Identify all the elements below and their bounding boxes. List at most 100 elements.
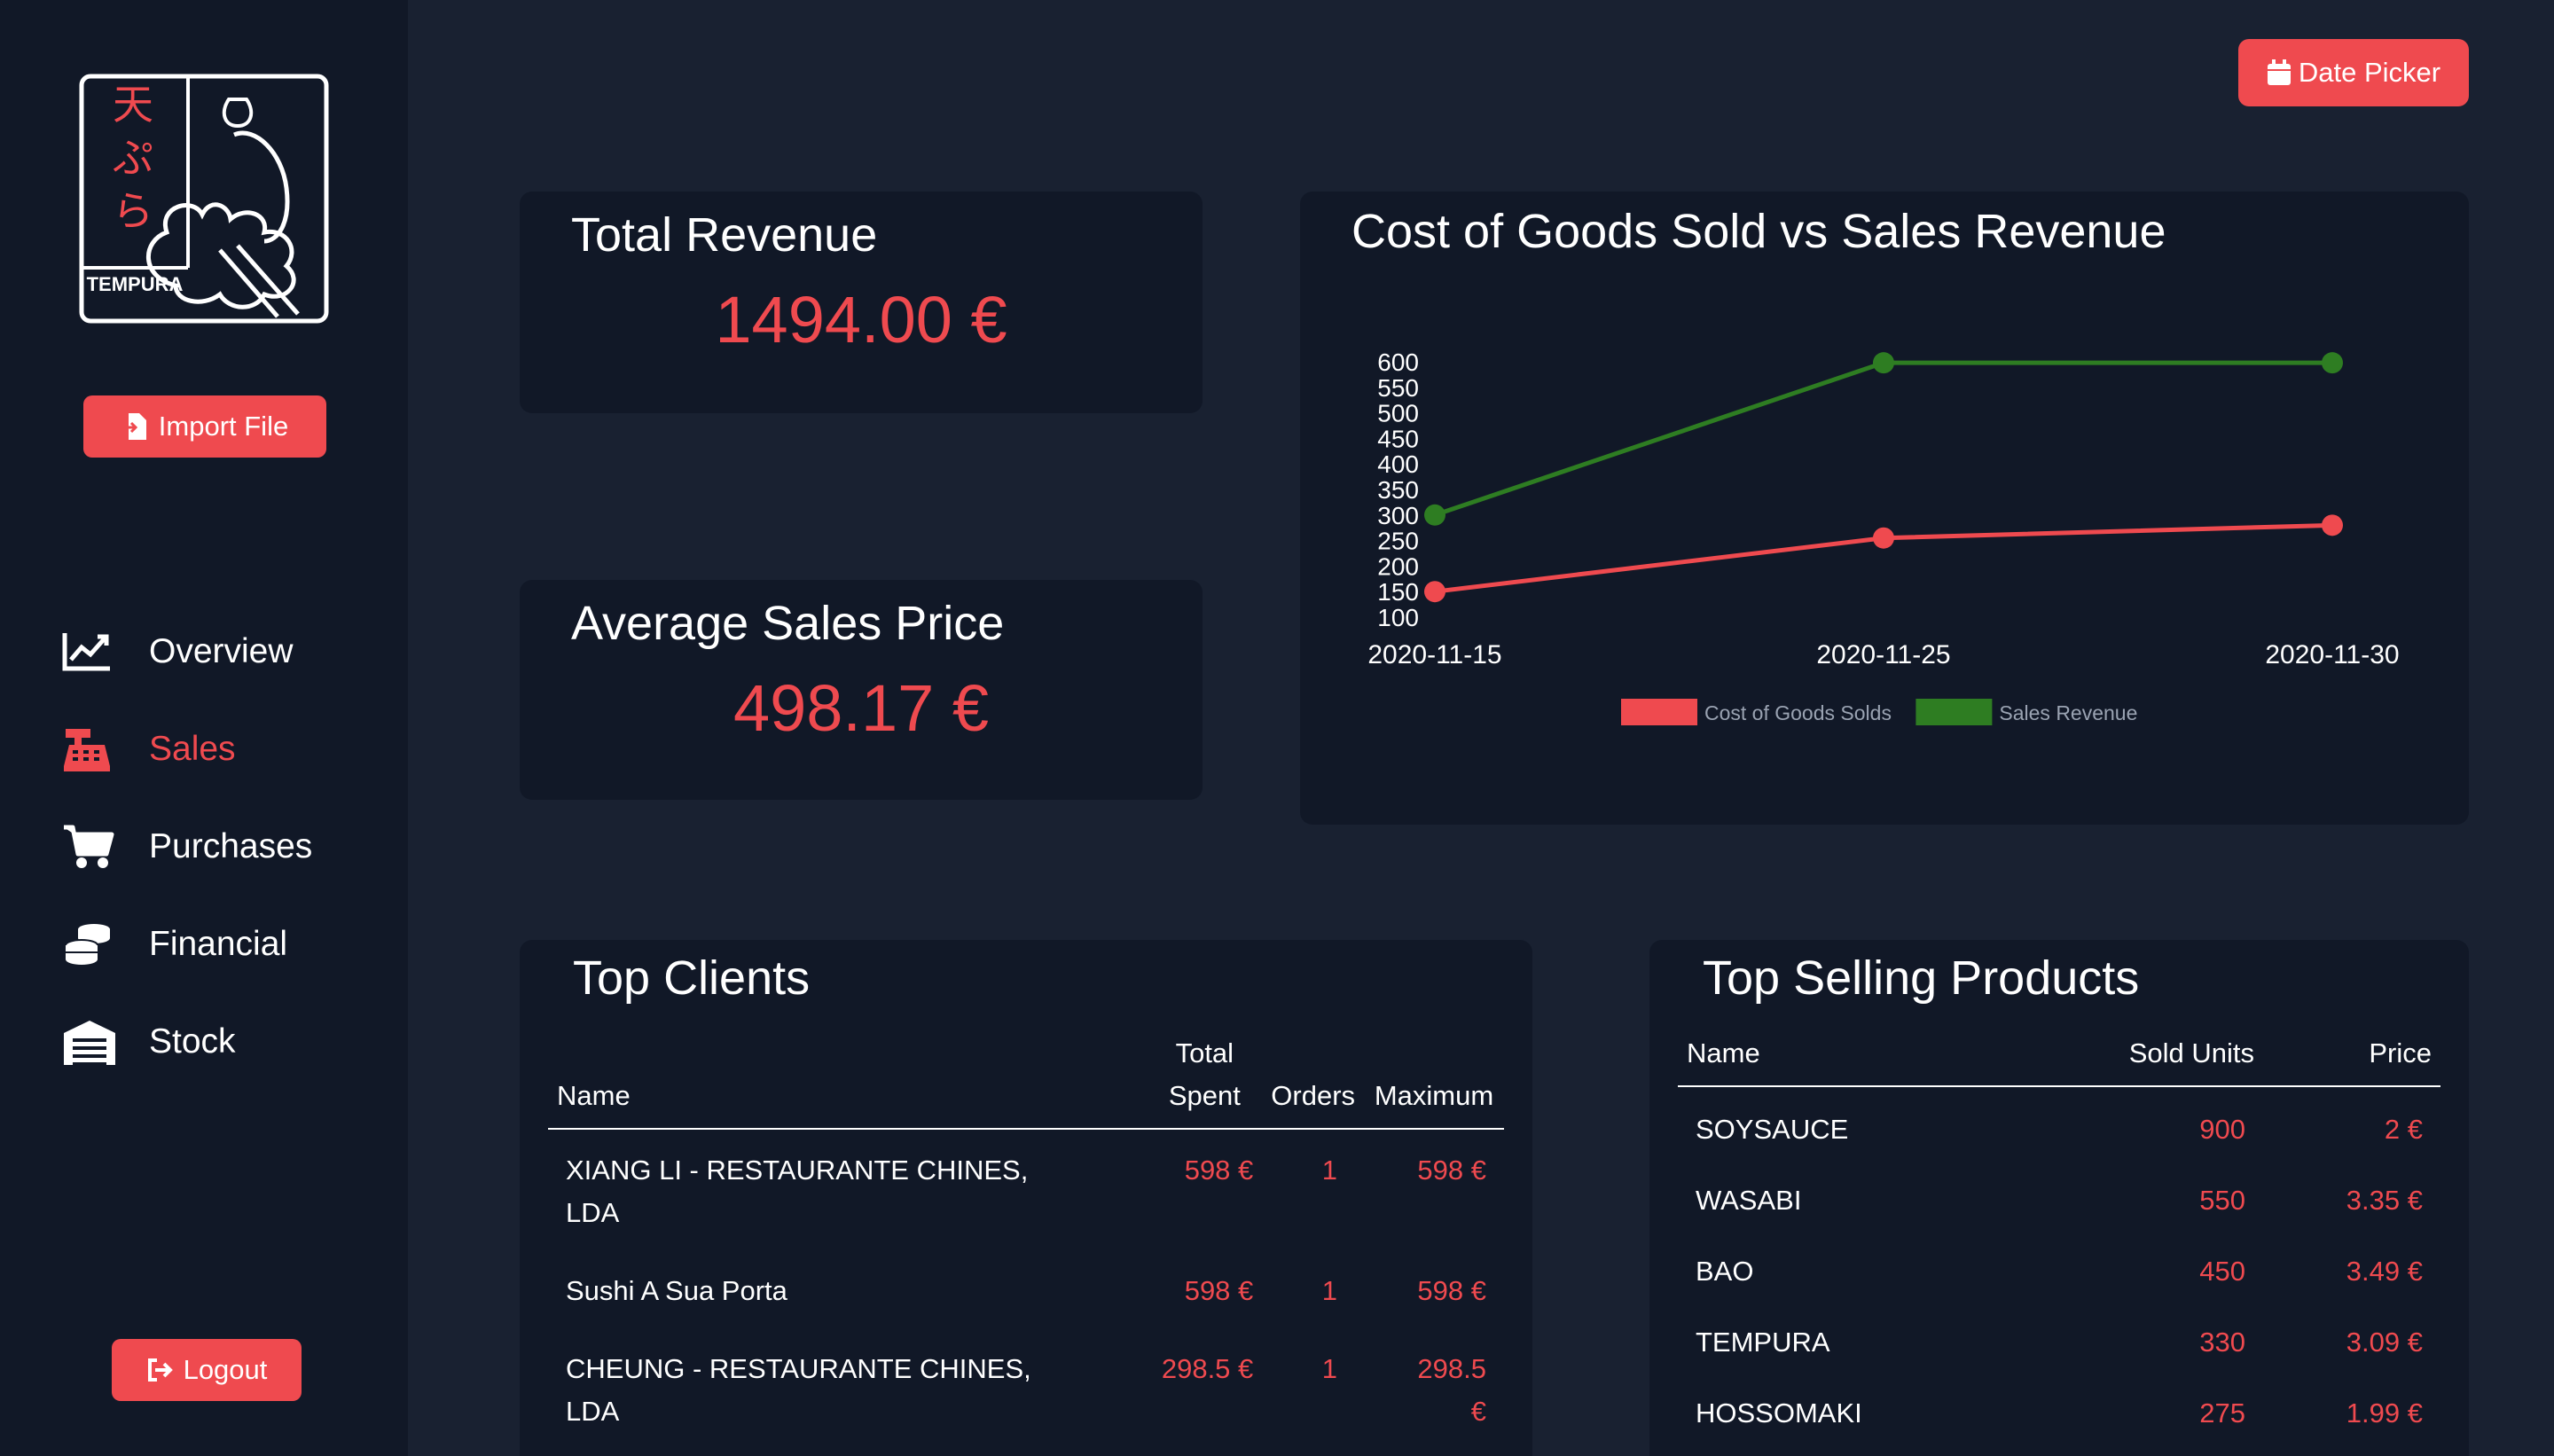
col-orders: Orders [1262, 1032, 1365, 1130]
col-total-line1: Total [1175, 1037, 1234, 1069]
y-tick-label: 200 [1377, 552, 1419, 580]
sidebar: 天 ぷ ら TEMPURA Import File Overview Sales… [0, 0, 408, 1456]
avg-sales-price-card: Average Sales Price 498.17 € [520, 580, 1203, 800]
col-sold-units: Sold Units [2050, 1032, 2263, 1087]
data-point [2322, 514, 2343, 536]
svg-text:ら: ら [113, 187, 153, 235]
table-row[interactable]: HOSSOMAKI 275 1.99 € [1678, 1378, 2440, 1449]
logout-button[interactable]: Logout [112, 1339, 302, 1401]
data-point [2322, 352, 2343, 374]
y-tick-label: 500 [1377, 400, 1419, 427]
top-clients-table: Name Total Spent Orders Maximum XIANG LI… [548, 1032, 1504, 1433]
sidebar-item-label: Sales [149, 730, 236, 768]
total-revenue-title: Total Revenue [571, 208, 878, 262]
sidebar-item-label: Overview [149, 632, 294, 670]
product-sold: 330 [2199, 1327, 2245, 1358]
sidebar-item-label: Stock [149, 1022, 236, 1061]
data-point [1873, 352, 1894, 374]
svg-text:ぷ: ぷ [113, 134, 153, 182]
cash-register-icon [64, 729, 110, 771]
y-tick-label: 550 [1377, 374, 1419, 402]
product-price: 3.49 € [2346, 1256, 2423, 1287]
table-row[interactable]: XIANG LI - RESTAURANTE CHINES, LDA 598 €… [548, 1129, 1504, 1252]
col-total-spent: Total Spent [1147, 1032, 1263, 1130]
product-name: WASABI [1696, 1185, 1802, 1216]
product-sold: 900 [2199, 1114, 2245, 1145]
date-picker-button[interactable]: Date Picker [2238, 39, 2469, 106]
y-tick-label: 300 [1377, 502, 1419, 529]
total-revenue-value: 1494.00 € [715, 283, 1007, 356]
sidebar-item-stock[interactable]: Stock [62, 993, 312, 1091]
avg-sales-price-title: Average Sales Price [571, 597, 1005, 650]
data-point [1424, 581, 1445, 603]
total-revenue-card: Total Revenue 1494.00 € [520, 192, 1203, 413]
calendar-icon [2267, 59, 2291, 85]
x-tick-label: 2020-11-15 [1367, 640, 1501, 669]
table-row[interactable]: Sushi A Sua Porta 598 € 1 598 € [548, 1252, 1504, 1330]
data-point [1424, 504, 1445, 526]
y-tick-label: 150 [1377, 578, 1419, 606]
table-row[interactable]: WASABI 550 3.35 € [1678, 1165, 2440, 1236]
client-maximum: 598 € [1417, 1155, 1486, 1186]
file-import-icon [122, 413, 146, 440]
sidebar-item-label: Purchases [149, 827, 313, 865]
sign-out-icon [147, 1358, 173, 1382]
logout-label: Logout [183, 1354, 268, 1385]
product-name: SOYSAUCE [1696, 1114, 1849, 1145]
client-total: 298.5 € [1161, 1353, 1254, 1384]
client-name: Sushi A Sua Porta [566, 1275, 787, 1306]
product-price: 3.09 € [2346, 1327, 2423, 1358]
table-row[interactable]: SOYSAUCE 900 2 € [1678, 1086, 2440, 1165]
y-tick-label: 100 [1377, 604, 1419, 631]
cogs-vs-revenue-card: Cost of Goods Sold vs Sales Revenue 600 5… [1300, 192, 2469, 825]
y-tick-label: 250 [1377, 528, 1419, 555]
col-maximum: Maximum [1364, 1032, 1504, 1130]
table-header-row: Name Total Spent Orders Maximum [548, 1032, 1504, 1130]
col-price: Price [2263, 1032, 2440, 1087]
y-tick-label: 600 [1377, 348, 1419, 376]
product-sold: 550 [2199, 1185, 2245, 1216]
client-name: CHEUNG - RESTAURANTE CHINES, LDA [566, 1353, 1031, 1427]
y-tick-label: 450 [1377, 425, 1419, 452]
top-clients-title: Top Clients [573, 951, 811, 1005]
product-price: 2 € [2384, 1114, 2423, 1145]
legend-label: Sales Revenue [1999, 701, 2137, 724]
sidebar-item-purchases[interactable]: Purchases [62, 798, 312, 896]
client-orders: 1 [1321, 1275, 1338, 1306]
legend-label: Cost of Goods Solds [1704, 701, 1892, 724]
col-total-line2: Spent [1168, 1080, 1241, 1111]
table-row[interactable]: BAO 450 3.49 € [1678, 1236, 2440, 1307]
shopping-cart-icon [64, 825, 114, 868]
coins-icon [65, 924, 110, 965]
cogs-vs-revenue-chart: 600550500450400350300250200150100 2020-11… [1367, 348, 2400, 725]
product-name: BAO [1696, 1256, 1754, 1287]
series-line [1434, 360, 2332, 518]
import-file-button[interactable]: Import File [83, 395, 326, 458]
sidebar-item-sales[interactable]: Sales [62, 701, 312, 798]
top-products-title: Top Selling Products [1703, 951, 2140, 1005]
table-row[interactable]: CHEUNG - RESTAURANTE CHINES, LDA 298.5 €… [548, 1330, 1504, 1433]
table-header-row: Name Sold Units Price [1678, 1032, 2440, 1087]
client-orders: 1 [1321, 1155, 1338, 1186]
client-total: 598 € [1184, 1275, 1254, 1306]
product-price: 3.35 € [2346, 1185, 2423, 1216]
data-point [1873, 527, 1894, 549]
col-name: Name [548, 1032, 1148, 1130]
svg-text:天: 天 [113, 81, 153, 129]
x-tick-label: 2020-11-25 [1816, 640, 1950, 669]
sidebar-item-overview[interactable]: Overview [62, 603, 312, 701]
tempura-logo: 天 ぷ ら TEMPURA [79, 74, 329, 324]
y-tick-label: 350 [1377, 476, 1419, 504]
table-row[interactable]: TEMPURA 330 3.09 € [1678, 1307, 2440, 1378]
top-products-card: Top Selling Products Name Sold Units Pri… [1649, 940, 2469, 1456]
legend-swatch [1621, 699, 1697, 725]
client-name: XIANG LI - RESTAURANTE CHINES, LDA [566, 1155, 1029, 1228]
x-tick-label: 2020-11-30 [2265, 640, 2399, 669]
chart-line-icon [62, 633, 110, 671]
logo-text: TEMPURA [87, 273, 184, 295]
legend-swatch [1916, 699, 1993, 725]
product-sold: 450 [2199, 1256, 2245, 1287]
avg-sales-price-value: 498.17 € [733, 671, 990, 745]
client-maximum: 298.5 € [1364, 1330, 1504, 1433]
sidebar-item-financial[interactable]: Financial [62, 896, 312, 993]
